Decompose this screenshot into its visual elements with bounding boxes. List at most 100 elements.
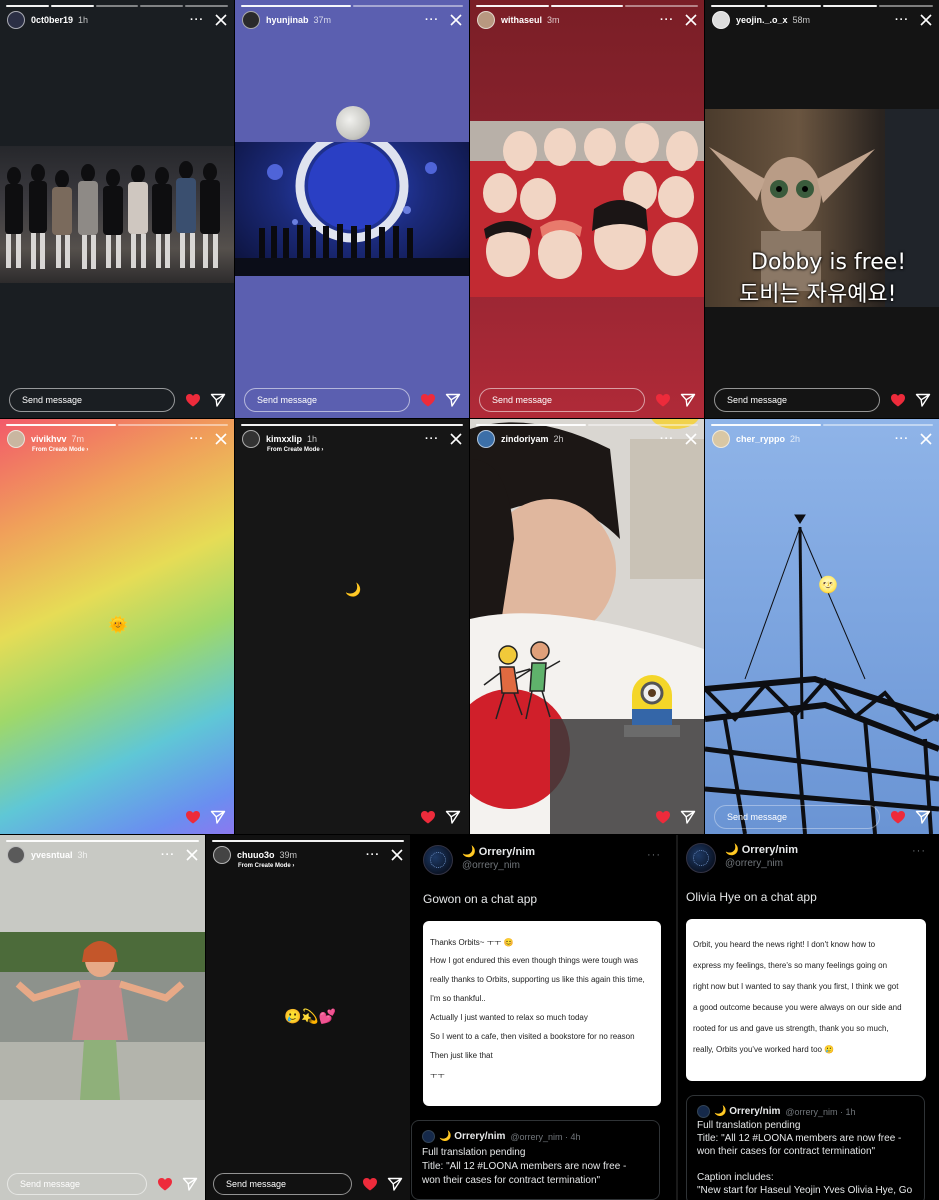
heart-icon[interactable] [362,1176,378,1192]
heart-icon[interactable] [157,1176,173,1192]
story-username[interactable]: vivikhvv [31,434,67,444]
send-icon[interactable] [915,392,931,408]
story-username[interactable]: hyunjinab [266,15,309,25]
avatar[interactable] [712,430,730,448]
avatar[interactable] [7,11,25,29]
create-mode-link[interactable]: From Create Mode › [32,447,88,453]
story-progress [6,840,199,842]
dobby-photo: Dobby is free! 도비는 자유예요! [705,109,939,307]
send-icon[interactable] [387,1176,403,1192]
avatar[interactable] [213,846,231,864]
tweet-author-name[interactable]: 🌙 Orrery/nim [725,843,798,856]
avatar[interactable] [477,11,495,29]
story-username[interactable]: zindoriyam [501,434,549,444]
send-message-input[interactable]: Send message [213,1173,352,1195]
tweet-author-handle[interactable]: @orrery_nim [725,858,798,869]
close-icon[interactable] [449,432,463,446]
more-options-icon[interactable]: ··· [660,433,674,445]
avatar[interactable] [712,11,730,29]
chat-line: rooted for us and gave us strength, than… [693,1024,889,1033]
quoted-line: won their cases for contract termination… [422,1175,601,1186]
send-icon[interactable] [445,809,461,825]
story-username[interactable]: yvesntual [31,850,73,860]
story-progress [476,424,698,426]
story-username[interactable]: chuuo3o [237,850,275,860]
story-username[interactable]: 0ct0ber19 [31,15,73,25]
close-icon[interactable] [684,13,698,27]
send-icon[interactable] [915,809,931,825]
minion-sticker [624,667,680,737]
avatar[interactable] [7,846,25,864]
avatar[interactable] [423,845,453,875]
more-options-icon[interactable]: ··· [895,433,909,445]
close-icon[interactable] [684,432,698,446]
close-icon[interactable] [214,432,228,446]
more-options-icon[interactable]: ··· [912,845,926,857]
close-icon[interactable] [390,848,404,862]
story-progress [241,424,463,426]
send-message-input[interactable]: Send message [9,388,175,412]
selfie-photo [470,419,704,834]
tower-photo [705,419,939,834]
heart-icon[interactable] [655,392,671,408]
close-icon[interactable] [449,13,463,27]
more-options-icon[interactable]: ··· [660,14,674,26]
quoted-tweet[interactable]: 🌙 Orrery/nim @orrery_nim · 1h Full trans… [686,1095,925,1200]
close-icon[interactable] [919,432,933,446]
close-icon[interactable] [185,848,199,862]
story-tile-3: withaseul 3m ··· Send message [470,0,704,418]
moon-sticker: 🌙 [345,582,362,597]
close-icon[interactable] [919,13,933,27]
heart-icon[interactable] [185,392,201,408]
send-icon[interactable] [182,1176,198,1192]
close-icon[interactable] [214,13,228,27]
heart-icon[interactable] [655,809,671,825]
heart-icon[interactable] [890,392,906,408]
group-photo [0,146,234,283]
send-message-input[interactable]: Send message [7,1173,147,1195]
send-message-input[interactable]: Send message [714,388,880,412]
more-options-icon[interactable]: ··· [366,849,380,861]
send-icon[interactable] [445,392,461,408]
quoted-tweet[interactable]: 🌙 Orrery/nim @orrery_nim · 4h Full trans… [411,1120,660,1200]
heart-icon[interactable] [890,809,906,825]
quoted-author-meta: @orrery_nim · 1h [785,1106,856,1117]
avatar[interactable] [477,430,495,448]
send-icon[interactable] [680,392,696,408]
story-progress [6,424,228,426]
avatar[interactable] [242,430,260,448]
send-message-input[interactable]: Send message [714,805,880,829]
more-options-icon[interactable]: ··· [647,849,661,861]
heart-icon[interactable] [420,392,436,408]
story-username[interactable]: withaseul [501,15,542,25]
quoted-author-meta: @orrery_nim · 4h [510,1131,581,1142]
story-progress [476,5,699,7]
quoted-line: "New start for Haseul Yeojin Yves Olivia… [697,1185,913,1196]
more-options-icon[interactable]: ··· [425,433,439,445]
story-time: 2h [553,434,564,444]
send-message-input[interactable]: Send message [244,388,410,412]
more-options-icon[interactable]: ··· [190,14,204,26]
create-mode-link[interactable]: From Create Mode › [267,447,323,453]
more-options-icon[interactable]: ··· [190,433,204,445]
more-options-icon[interactable]: ··· [161,849,175,861]
tweet-author-name[interactable]: 🌙 Orrery/nim [462,845,535,858]
send-icon[interactable] [680,809,696,825]
avatar[interactable] [686,843,716,873]
tweet-author-handle[interactable]: @orrery_nim [462,860,535,871]
avatar[interactable] [7,430,25,448]
story-username[interactable]: cher_ryppo [736,434,785,444]
send-icon[interactable] [210,809,226,825]
more-options-icon[interactable]: ··· [895,14,909,26]
dobby-caption-ko: 도비는 자유예요! [739,282,897,307]
avatar[interactable] [242,11,260,29]
more-options-icon[interactable]: ··· [425,14,439,26]
story-tile-1: 0ct0ber19 1h ··· Send message [0,0,234,418]
send-icon[interactable] [210,392,226,408]
story-username[interactable]: yeojin._.o_x [736,15,788,25]
heart-icon[interactable] [185,809,201,825]
create-mode-link[interactable]: From Create Mode › [238,863,294,869]
heart-icon[interactable] [420,809,436,825]
story-username[interactable]: kimxxlip [266,434,302,444]
send-message-input[interactable]: Send message [479,388,645,412]
